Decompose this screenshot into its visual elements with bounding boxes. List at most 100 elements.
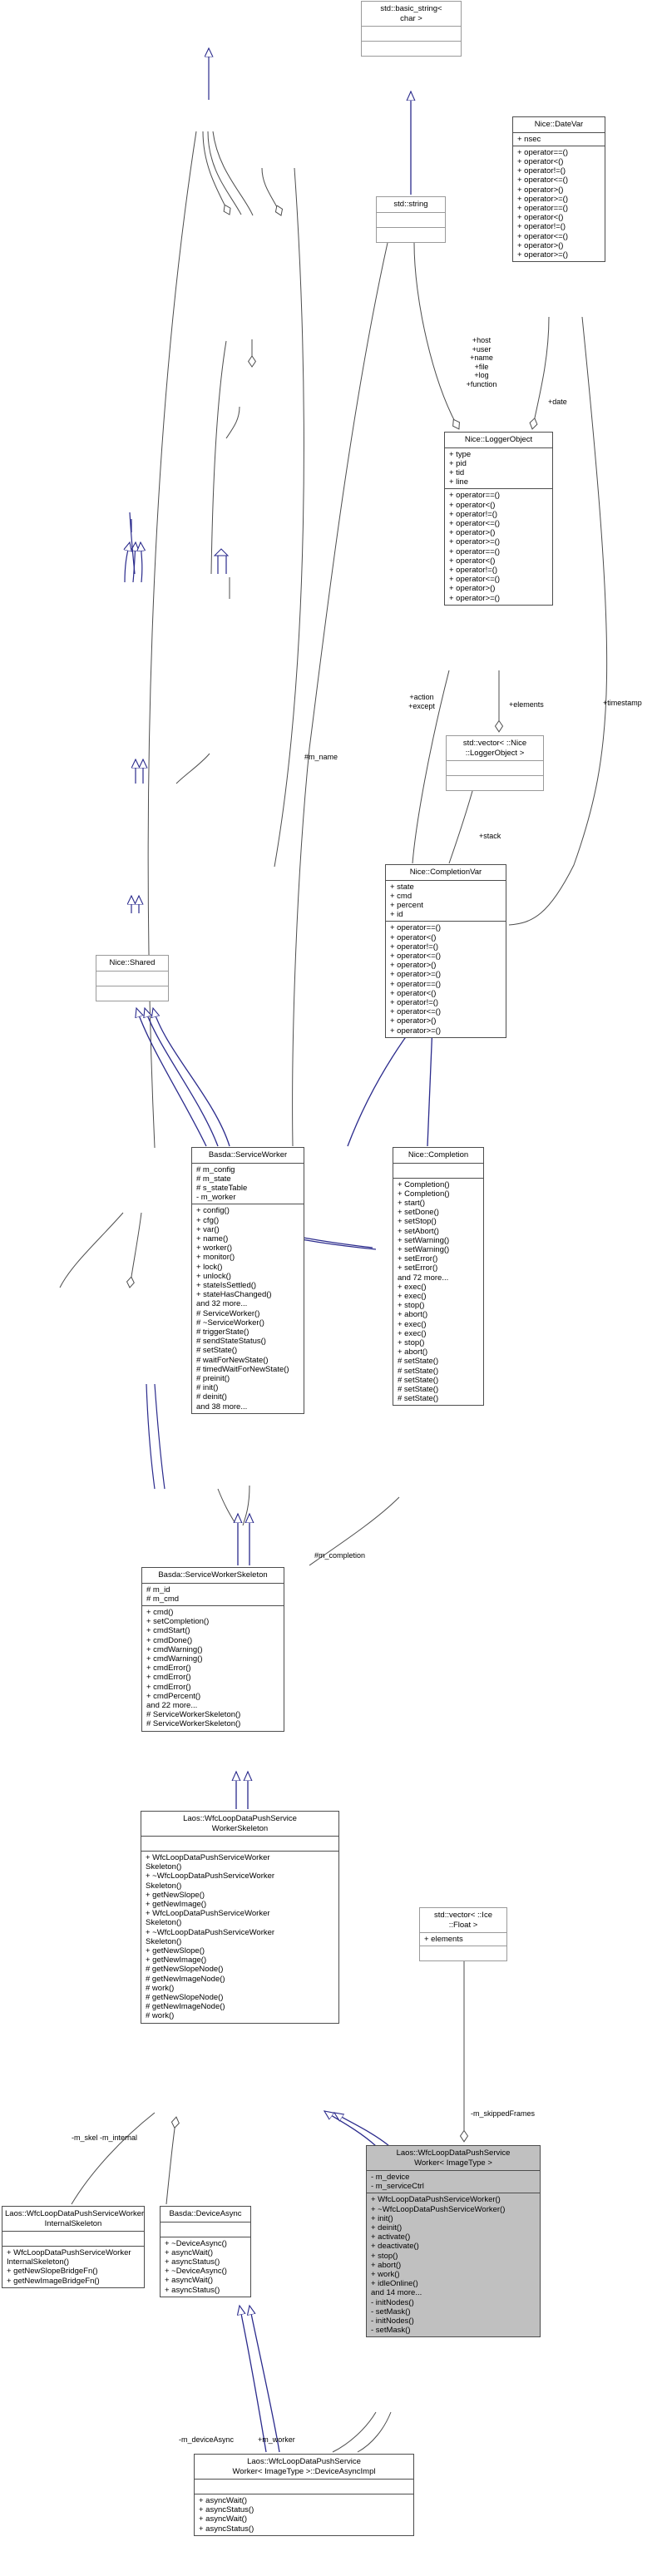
attribute-row: - m_worker — [196, 1193, 236, 1203]
method-row: + WfcLoopDataPushServiceWorker() — [371, 2195, 501, 2205]
edge-label-host-group: +host +user +name +file +log +function — [466, 336, 497, 388]
method-row: + var() — [196, 1224, 220, 1234]
attributes-compartment: + elements — [420, 1932, 506, 1946]
attributes-compartment: - m_device - m_serviceCtrl — [367, 2170, 540, 2193]
method-row: + WfcLoopDataPushServiceWorker — [146, 1853, 270, 1862]
method-row: + operator<=() — [390, 951, 441, 961]
method-row: + cmdError() — [146, 1664, 191, 1674]
method-row: # setState() — [398, 1366, 439, 1376]
method-row: + setAbort() — [398, 1226, 439, 1236]
method-row: Skeleton() — [146, 1862, 182, 1872]
method-row: + getNewSlopeBridgeFn() — [7, 2267, 98, 2277]
methods-compartment — [362, 41, 461, 56]
method-row: # setState() — [398, 1357, 439, 1367]
method-row: + asyncStatus() — [199, 2524, 254, 2534]
node-nice-datevar: Nice::DateVar + nsec + operator==() + op… — [512, 116, 605, 263]
method-row: + operator>=() — [517, 194, 568, 204]
method-row: + exec() — [398, 1291, 427, 1301]
edge-label-m-name: #m_name — [304, 753, 338, 761]
method-row: + cmdError() — [146, 1673, 191, 1683]
attributes-compartment — [362, 26, 461, 41]
method-row: Skeleton() — [146, 1881, 182, 1891]
node-title: Nice::Completion — [408, 1150, 469, 1159]
method-row: # getNewImageNode() — [146, 1974, 225, 1984]
method-row: + operator==() — [517, 147, 568, 157]
node-basda-serviceworker: Basda::ServiceWorker # m_config # m_stat… — [191, 1147, 304, 1414]
methods-compartment: + config() + cfg() + var() + name() + wo… — [192, 1204, 304, 1412]
methods-compartment: + operator==() + operator<() + operator!… — [386, 921, 506, 1036]
methods-compartment — [420, 1946, 506, 1960]
methods-compartment — [447, 775, 543, 790]
method-row: and 32 more... — [196, 1299, 248, 1309]
attributes-compartment: # m_config # m_state # s_stateTable - m_… — [192, 1162, 304, 1204]
method-row: + operator>() — [517, 185, 564, 195]
method-row: + asyncWait() — [165, 2276, 213, 2286]
method-row: + idleOnline() — [371, 2279, 418, 2289]
method-row: # triggerState() — [196, 1327, 249, 1337]
node-nice-completionvar: Nice::CompletionVar + state + cmd + perc… — [385, 864, 506, 1038]
method-row: + operator==() — [390, 979, 441, 989]
method-row: + stop() — [371, 2251, 398, 2261]
method-row: # ~ServiceWorker() — [196, 1318, 264, 1328]
methods-compartment: + cmd() + setCompletion() + cmdStart() +… — [142, 1604, 284, 1731]
method-row: + asyncStatus() — [165, 2257, 220, 2267]
method-row: + operator==() — [517, 203, 568, 213]
method-row: + setError() — [398, 1254, 438, 1264]
method-row: + ~WfcLoopDataPushServiceWorker — [146, 1871, 275, 1881]
method-row: # getNewSlopeNode() — [146, 1965, 224, 1975]
method-row: InternalSkeleton() — [7, 2257, 69, 2267]
edge-label-m-skippedframes: -m_skippedFrames — [471, 2109, 536, 2118]
method-row: + Completion() — [398, 1179, 450, 1189]
method-row: - initNodes() — [371, 2297, 414, 2307]
node-std-vector-loggerobject: std::vector< ::Nice ::LoggerObject > — [446, 735, 544, 791]
attribute-row: + tid — [449, 467, 465, 477]
edge-label-m-deviceasync: -m_deviceAsync — [179, 2435, 235, 2444]
method-row: + WfcLoopDataPushServiceWorker — [7, 2248, 131, 2257]
edge-label-timestamp: +timestamp — [603, 699, 642, 707]
method-row: # deinit() — [196, 1392, 227, 1402]
method-row: # setState() — [398, 1375, 439, 1385]
attribute-row: - m_device — [371, 2173, 410, 2182]
method-row: + setStop() — [398, 1217, 437, 1227]
node-title: Laos::WfcLoopDataPushService WorkerSkele… — [183, 1814, 297, 1833]
method-row: # timedWaitForNewState() — [196, 1364, 289, 1374]
method-row: # getNewSlopeNode() — [146, 1993, 224, 2003]
method-row: - initNodes() — [371, 2316, 414, 2326]
method-row: + operator>=() — [449, 593, 500, 603]
edge-label-stack: +stack — [479, 832, 501, 840]
method-row: + getNewImage() — [146, 1900, 207, 1910]
method-row: + operator>() — [517, 240, 564, 250]
method-row: + operator>() — [390, 961, 437, 971]
method-row: + monitor() — [196, 1253, 235, 1263]
method-row: + exec() — [398, 1319, 427, 1329]
node-title: Nice::CompletionVar — [409, 868, 482, 877]
method-row: + operator<=() — [517, 231, 568, 241]
attribute-row: + line — [449, 477, 468, 487]
attribute-row: + percent — [390, 900, 423, 910]
method-row: # preinit() — [196, 1373, 230, 1383]
method-row: + exec() — [398, 1328, 427, 1338]
attribute-row: # m_config — [196, 1164, 235, 1174]
method-row: + setDone() — [398, 1208, 439, 1218]
method-row: + cmd() — [146, 1607, 174, 1617]
method-row: + cfg() — [196, 1215, 220, 1225]
method-row: and 38 more... — [196, 1402, 248, 1412]
attribute-row: # s_stateTable — [196, 1183, 248, 1193]
attributes-compartment: # m_id # m_cmd — [142, 1582, 284, 1605]
attribute-row: # m_id — [146, 1585, 170, 1595]
attribute-row: + id — [390, 910, 403, 920]
attributes-compartment — [2, 2231, 144, 2246]
methods-compartment: + operator==() + operator<() + operator!… — [445, 488, 552, 604]
node-nice-completion: Nice::Completion + Completion() + Comple… — [393, 1147, 484, 1407]
method-row: + operator<=() — [390, 1007, 441, 1017]
attributes-compartment: + state + cmd + percent + id — [386, 879, 506, 922]
diagram-edges — [59, 0, 377, 1526]
attributes-compartment: + nsec — [513, 131, 605, 146]
attributes-compartment: + type + pid + tid + line — [445, 447, 552, 489]
method-row: + operator>() — [390, 1016, 437, 1026]
methods-compartment: + Completion() + Completion() + start() … — [393, 1177, 483, 1406]
method-row: + operator<() — [449, 556, 496, 566]
edge-label-m-completion: #m_completion — [314, 1551, 366, 1560]
node-title: Basda::ServiceWorkerSkeleton — [158, 1570, 268, 1580]
method-row: + abort() — [398, 1347, 428, 1357]
